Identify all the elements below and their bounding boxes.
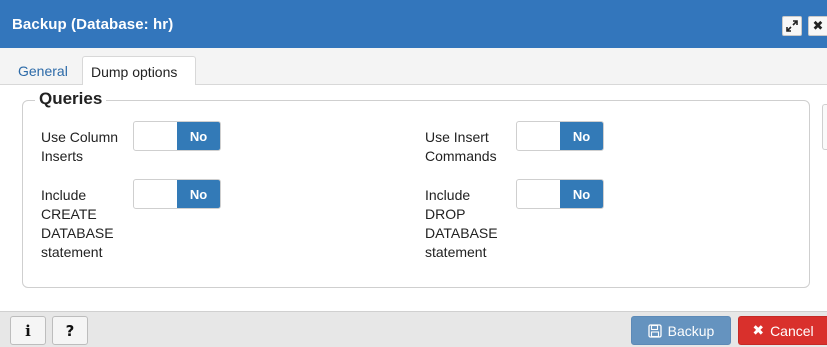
dialog-titlebar[interactable]: Backup (Database: hr) ✖ — [0, 0, 827, 48]
backup-button[interactable]: Backup — [631, 316, 731, 345]
x-icon: ✖ — [752, 322, 765, 338]
info-button[interactable]: i — [10, 316, 46, 345]
toggle-value: No — [177, 180, 220, 208]
option-label-use-insert-commands: Use Insert Commands — [425, 129, 497, 164]
scrollbar[interactable] — [822, 104, 827, 150]
toggle-use-insert-commands[interactable]: No — [516, 121, 604, 151]
queries-legend: Queries — [35, 89, 107, 109]
tab-general[interactable]: General — [10, 56, 76, 85]
cancel-button[interactable]: ✖ Cancel — [738, 316, 827, 345]
tab-bar: General Dump options — [0, 48, 827, 86]
cancel-label: Cancel — [770, 322, 814, 339]
close-button[interactable]: ✖ — [808, 16, 827, 36]
toggle-value: No — [177, 122, 220, 150]
option-label-include-create-database: Include CREATE DATABASE statement — [41, 187, 114, 260]
dialog-footer: i ? Backup ✖ Cancel — [0, 311, 827, 347]
save-icon — [647, 323, 662, 338]
dialog-title: Backup (Database: hr) — [12, 15, 174, 33]
toggle-include-drop-database[interactable]: No — [516, 179, 604, 209]
tab-content: Queries Use Column Inserts No Use Insert… — [0, 85, 827, 311]
toggle-use-column-inserts[interactable]: No — [133, 121, 221, 151]
help-button[interactable]: ? — [52, 316, 88, 345]
option-label-include-drop-database: Include DROP DATABASE statement — [425, 187, 498, 260]
backup-dialog: Backup (Database: hr) ✖ General Dump opt… — [0, 0, 827, 347]
close-icon: ✖ — [812, 18, 824, 33]
toggle-value: No — [560, 180, 603, 208]
info-icon: i — [25, 321, 31, 340]
help-icon: ? — [65, 321, 75, 340]
backup-label: Backup — [667, 322, 715, 339]
toggle-value: No — [560, 122, 603, 150]
option-label-use-column-inserts: Use Column Inserts — [41, 129, 119, 164]
toggle-include-create-database[interactable]: No — [133, 179, 221, 209]
tab-dump-options[interactable]: Dump options — [82, 56, 196, 86]
expand-icon — [786, 20, 798, 32]
maximize-button[interactable] — [782, 16, 802, 36]
